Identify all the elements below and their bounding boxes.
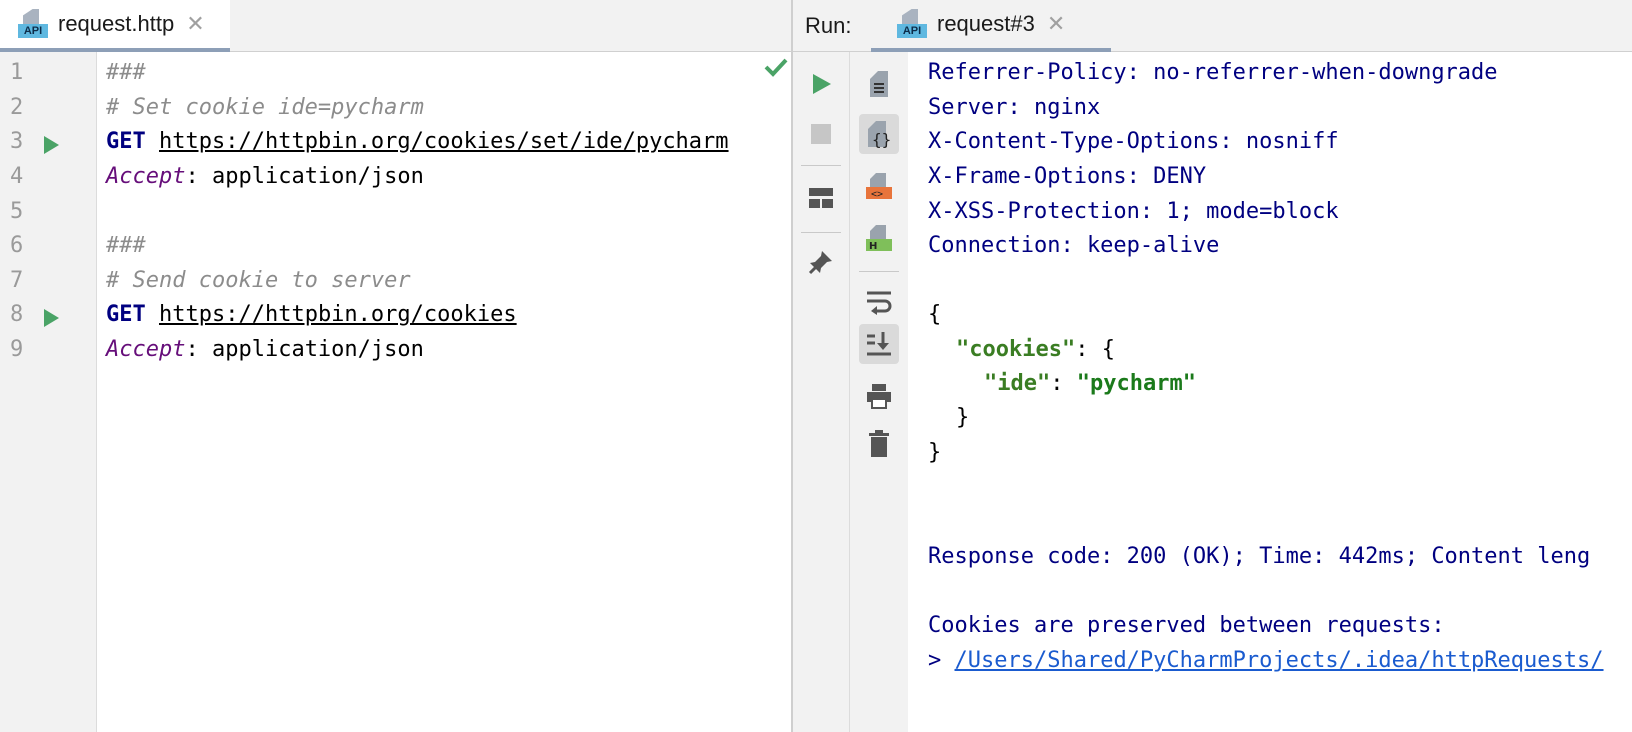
request-url[interactable]: https://httpbin.org/cookies bbox=[159, 302, 517, 327]
code-line-7[interactable]: # Send cookie to server bbox=[106, 268, 411, 293]
json-line: "cookies": { bbox=[956, 337, 1115, 362]
cookies-note: Cookies are preserved between requests: bbox=[928, 613, 1445, 638]
line-number: 3 bbox=[10, 129, 24, 154]
json-brace: } bbox=[956, 405, 970, 430]
run-tab-label: request#3 bbox=[937, 11, 1035, 36]
line-number: 5 bbox=[10, 199, 24, 224]
api-file-icon: API bbox=[897, 9, 927, 39]
line-number: 9 bbox=[10, 337, 24, 362]
line-number: 7 bbox=[10, 268, 24, 293]
editor-gutter: 1 2 3 4 5 6 7 8 9 bbox=[0, 52, 97, 732]
close-icon[interactable]: ✕ bbox=[186, 11, 204, 37]
line-number: 2 bbox=[10, 95, 24, 120]
layout-icon[interactable] bbox=[801, 178, 841, 218]
editor-tab-request-http[interactable]: API request.http ✕ bbox=[0, 0, 230, 52]
html-view-icon[interactable]: <> bbox=[859, 166, 899, 206]
response-header: Server: nginx bbox=[928, 95, 1101, 120]
editor-tab-bar: API request.http ✕ bbox=[0, 0, 791, 52]
comment: # Set cookie ide=pycharm bbox=[106, 95, 424, 120]
response-header: Referrer-Policy: no-referrer-when-downgr… bbox=[928, 60, 1498, 85]
run-icon[interactable] bbox=[801, 64, 841, 104]
http-method: GET bbox=[106, 302, 146, 327]
comment: ### bbox=[106, 60, 146, 85]
comment: ### bbox=[106, 233, 146, 258]
run-request-icon[interactable] bbox=[44, 136, 59, 154]
response-summary: Response code: 200 (OK); Time: 442ms; Co… bbox=[928, 544, 1591, 569]
svg-text:{}: {} bbox=[872, 130, 891, 149]
run-tab-request3[interactable]: API request#3 ✕ bbox=[871, 0, 1111, 52]
print-icon[interactable] bbox=[859, 376, 899, 416]
line-number: 6 bbox=[10, 233, 24, 258]
line-number: 4 bbox=[10, 164, 24, 189]
svg-text:<>: <> bbox=[871, 189, 883, 200]
line-number: 1 bbox=[10, 60, 24, 85]
code-line-6[interactable]: ### bbox=[106, 233, 146, 258]
response-header: Connection: keep-alive bbox=[928, 233, 1220, 258]
close-icon[interactable]: ✕ bbox=[1047, 11, 1065, 37]
response-output[interactable]: Referrer-Policy: no-referrer-when-downgr… bbox=[908, 52, 1632, 732]
comment: # Send cookie to server bbox=[106, 268, 411, 293]
http-view-icon[interactable]: H bbox=[859, 218, 899, 258]
header-value: : application/json bbox=[185, 337, 424, 362]
scroll-to-end-icon[interactable] bbox=[859, 324, 899, 364]
response-header: X-Frame-Options: DENY bbox=[928, 164, 1207, 189]
response-header: X-XSS-Protection: 1; mode=block bbox=[928, 199, 1339, 224]
editor-tab-label: request.http bbox=[58, 11, 175, 36]
run-tab-bar: Run: API request#3 ✕ bbox=[793, 0, 1632, 52]
stop-icon[interactable] bbox=[801, 114, 841, 154]
cookies-file-link[interactable]: /Users/Shared/PyCharmProjects/.idea/http… bbox=[955, 648, 1604, 673]
code-line-2[interactable]: # Set cookie ide=pycharm bbox=[106, 95, 424, 120]
soft-wrap-icon[interactable] bbox=[859, 282, 899, 322]
run-label: Run: bbox=[805, 13, 852, 38]
code-line-3[interactable]: GET https://httpbin.org/cookies/set/ide/… bbox=[106, 129, 729, 154]
trash-icon[interactable] bbox=[859, 424, 899, 464]
svg-text:H: H bbox=[869, 241, 877, 252]
header-value: : application/json bbox=[185, 164, 424, 189]
header-name: Accept bbox=[106, 164, 186, 189]
text-view-icon[interactable] bbox=[859, 64, 899, 104]
json-brace: { bbox=[928, 302, 942, 327]
json-view-icon[interactable]: {} bbox=[859, 114, 899, 154]
line-number: 8 bbox=[10, 302, 24, 327]
code-line-9[interactable]: Accept: application/json bbox=[106, 337, 424, 362]
run-request-icon[interactable] bbox=[44, 309, 59, 327]
pin-icon[interactable] bbox=[801, 242, 841, 282]
api-file-icon: API bbox=[18, 9, 48, 39]
http-method: GET bbox=[106, 129, 146, 154]
code-line-1[interactable]: ### bbox=[106, 60, 146, 85]
check-icon bbox=[764, 58, 788, 77]
code-line-4[interactable]: Accept: application/json bbox=[106, 164, 424, 189]
json-line: "ide": "pycharm" bbox=[984, 371, 1196, 396]
header-name: Accept bbox=[106, 337, 186, 362]
request-url[interactable]: https://httpbin.org/cookies/set/ide/pych… bbox=[159, 129, 729, 154]
run-toolbar bbox=[793, 52, 850, 732]
response-view-toolbar: {} <> H bbox=[850, 52, 908, 732]
editor-pane: API request.http ✕ 1 2 3 4 5 6 7 8 9 ###… bbox=[0, 0, 791, 732]
cookies-path-line: > /Users/Shared/PyCharmProjects/.idea/ht… bbox=[928, 648, 1604, 673]
json-brace: } bbox=[928, 440, 942, 465]
response-header: X-Content-Type-Options: nosniff bbox=[928, 129, 1339, 154]
code-line-8[interactable]: GET https://httpbin.org/cookies bbox=[106, 302, 517, 327]
